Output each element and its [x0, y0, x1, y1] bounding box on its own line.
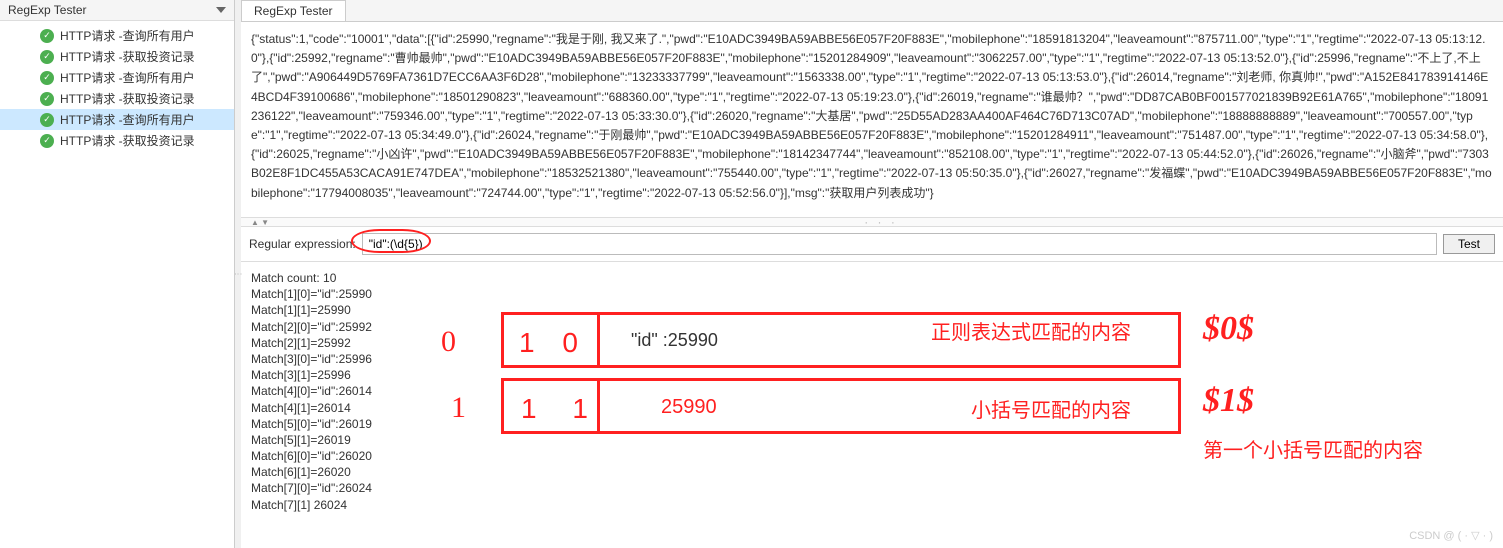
result-line: Match[4][1]=26014 — [251, 400, 1493, 416]
request-tree: ✓ HTTP请求 -查询所有用户 ✓ HTTP请求 -获取投资记录 ✓ HTTP请求 … — [0, 21, 234, 155]
results-panel[interactable]: Match count: 10 Match[1][0]="id":25990 M… — [241, 262, 1503, 548]
tab-regexp-tester[interactable]: RegExp Tester — [241, 0, 346, 21]
tree-item[interactable]: ✓ HTTP请求 -获取投资记录 — [0, 46, 234, 67]
tree-item[interactable]: ✓ HTTP请求 -获取投资记录 — [0, 130, 234, 151]
check-icon: ✓ — [40, 29, 54, 43]
tab-bar: RegExp Tester — [241, 0, 1503, 22]
tree-item[interactable]: ✓ HTTP请求 -查询所有用户 — [0, 67, 234, 88]
result-line: Match[2][1]=25992 — [251, 335, 1493, 351]
sidebar-title: RegExp Tester — [8, 3, 216, 17]
regex-row: Regular expression: Test — [241, 227, 1503, 262]
result-line: Match[1][1]=25990 — [251, 302, 1493, 318]
result-line: Match[5][0]="id":26019 — [251, 416, 1493, 432]
tree-item[interactable]: ✓ HTTP请求 -查询所有用户 — [0, 25, 234, 46]
result-line: Match[3][0]="id":25996 — [251, 351, 1493, 367]
result-line: Match[5][1]=26019 — [251, 432, 1493, 448]
tree-item[interactable]: ✓ HTTP请求 -获取投资记录 — [0, 88, 234, 109]
result-line: Match[1][0]="id":25990 — [251, 286, 1493, 302]
test-button[interactable]: Test — [1443, 234, 1495, 254]
sidebar: RegExp Tester ✓ HTTP请求 -查询所有用户 ✓ HTTP请求 -获… — [0, 0, 235, 548]
collapse-arrows-icon[interactable]: ▲ ▼ — [251, 218, 269, 227]
result-line: Match[2][0]="id":25992 — [251, 319, 1493, 335]
sidebar-header[interactable]: RegExp Tester — [0, 0, 234, 21]
tree-label: HTTP请求 -查询所有用户 — [60, 69, 195, 86]
check-icon: ✓ — [40, 113, 54, 127]
result-line: Match[7][1] 26024 — [251, 497, 1493, 513]
tree-label: HTTP请求 -获取投资记录 — [60, 48, 195, 65]
regex-input[interactable] — [362, 233, 1437, 255]
response-text[interactable]: {"status":1,"code":"10001","data":[{"id"… — [241, 22, 1503, 217]
check-icon: ✓ — [40, 71, 54, 85]
result-line: Match[3][1]=25996 — [251, 367, 1493, 383]
tree-item[interactable]: ✓ HTTP请求 -查询所有用户 — [0, 109, 234, 130]
main-panel: RegExp Tester {"status":1,"code":"10001"… — [241, 0, 1503, 548]
tree-label: HTTP请求 -获取投资记录 — [60, 90, 195, 107]
match-count: Match count: 10 — [251, 270, 1493, 286]
result-line: Match[4][0]="id":26014 — [251, 383, 1493, 399]
tree-label: HTTP请求 -查询所有用户 — [60, 27, 195, 44]
check-icon: ✓ — [40, 92, 54, 106]
horizontal-splitter[interactable]: ▲ ▼ · · · — [241, 217, 1503, 227]
watermark: CSDN @ — [1409, 529, 1493, 542]
chevron-down-icon[interactable] — [216, 7, 226, 13]
check-icon: ✓ — [40, 134, 54, 148]
regex-label: Regular expression: — [249, 237, 356, 251]
tree-label: HTTP请求 -查询所有用户 — [60, 111, 195, 128]
check-icon: ✓ — [40, 50, 54, 64]
tree-label: HTTP请求 -获取投资记录 — [60, 132, 195, 149]
result-line: Match[6][0]="id":26020 — [251, 448, 1493, 464]
result-line: Match[7][0]="id":26024 — [251, 480, 1493, 496]
result-line: Match[6][1]=26020 — [251, 464, 1493, 480]
